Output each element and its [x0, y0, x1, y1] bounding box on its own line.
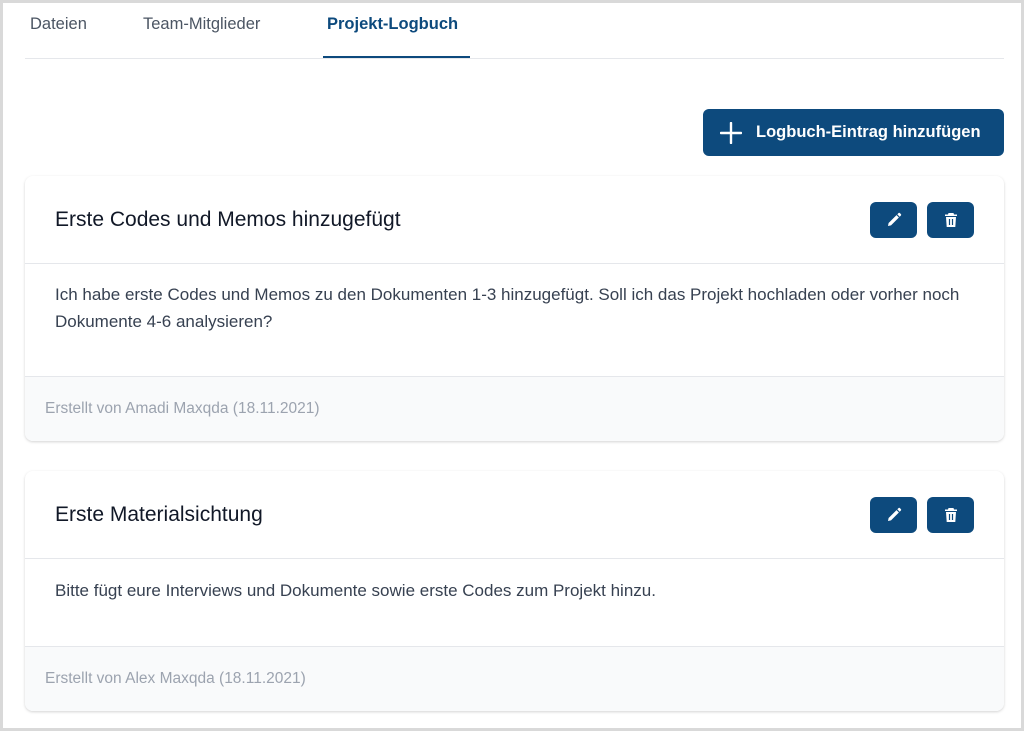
entry-title: Erste Codes und Memos hinzugefügt [55, 208, 401, 231]
delete-entry-button[interactable] [927, 202, 974, 238]
entry-footer: Erstellt von Amadi Maxqda (18.11.2021) [25, 376, 1004, 441]
active-tab-indicator [323, 56, 470, 58]
entry-footer: Erstellt von Alex Maxqda (18.11.2021) [25, 646, 1004, 711]
add-logbook-entry-label: Logbuch-Eintrag hinzufügen [756, 123, 981, 141]
trash-icon [944, 213, 957, 227]
delete-entry-button[interactable] [927, 497, 974, 533]
tab-bar: Dateien Team-Mitglieder Projekt-Logbuch [25, 3, 1004, 59]
plus-icon [719, 121, 743, 144]
logbook-entry-card: Erste Codes und Memos hinzugefügt Ich ha… [25, 176, 1004, 441]
logbook-entry-card: Erste Materialsichtung Bitte fügt eure I… [25, 471, 1004, 711]
tab-dateien[interactable]: Dateien [30, 13, 87, 59]
add-logbook-entry-button[interactable]: Logbuch-Eintrag hinzufügen [703, 109, 1004, 156]
entry-header: Erste Codes und Memos hinzugefügt [25, 176, 1004, 264]
edit-entry-button[interactable] [870, 497, 917, 533]
tab-projekt-logbuch[interactable]: Projekt-Logbuch [327, 13, 458, 59]
entry-header: Erste Materialsichtung [25, 471, 1004, 559]
app-frame: Dateien Team-Mitglieder Projekt-Logbuch … [0, 0, 1024, 731]
edit-entry-button[interactable] [870, 202, 917, 238]
entry-text: Ich habe erste Codes und Memos zu den Do… [55, 285, 960, 331]
pencil-icon [887, 507, 901, 521]
pencil-icon [887, 212, 901, 226]
entry-title: Erste Materialsichtung [55, 503, 263, 526]
trash-icon [944, 508, 957, 522]
tab-team-mitglieder[interactable]: Team-Mitglieder [143, 13, 260, 59]
entry-text: Bitte fügt eure Interviews und Dokumente… [55, 581, 656, 600]
